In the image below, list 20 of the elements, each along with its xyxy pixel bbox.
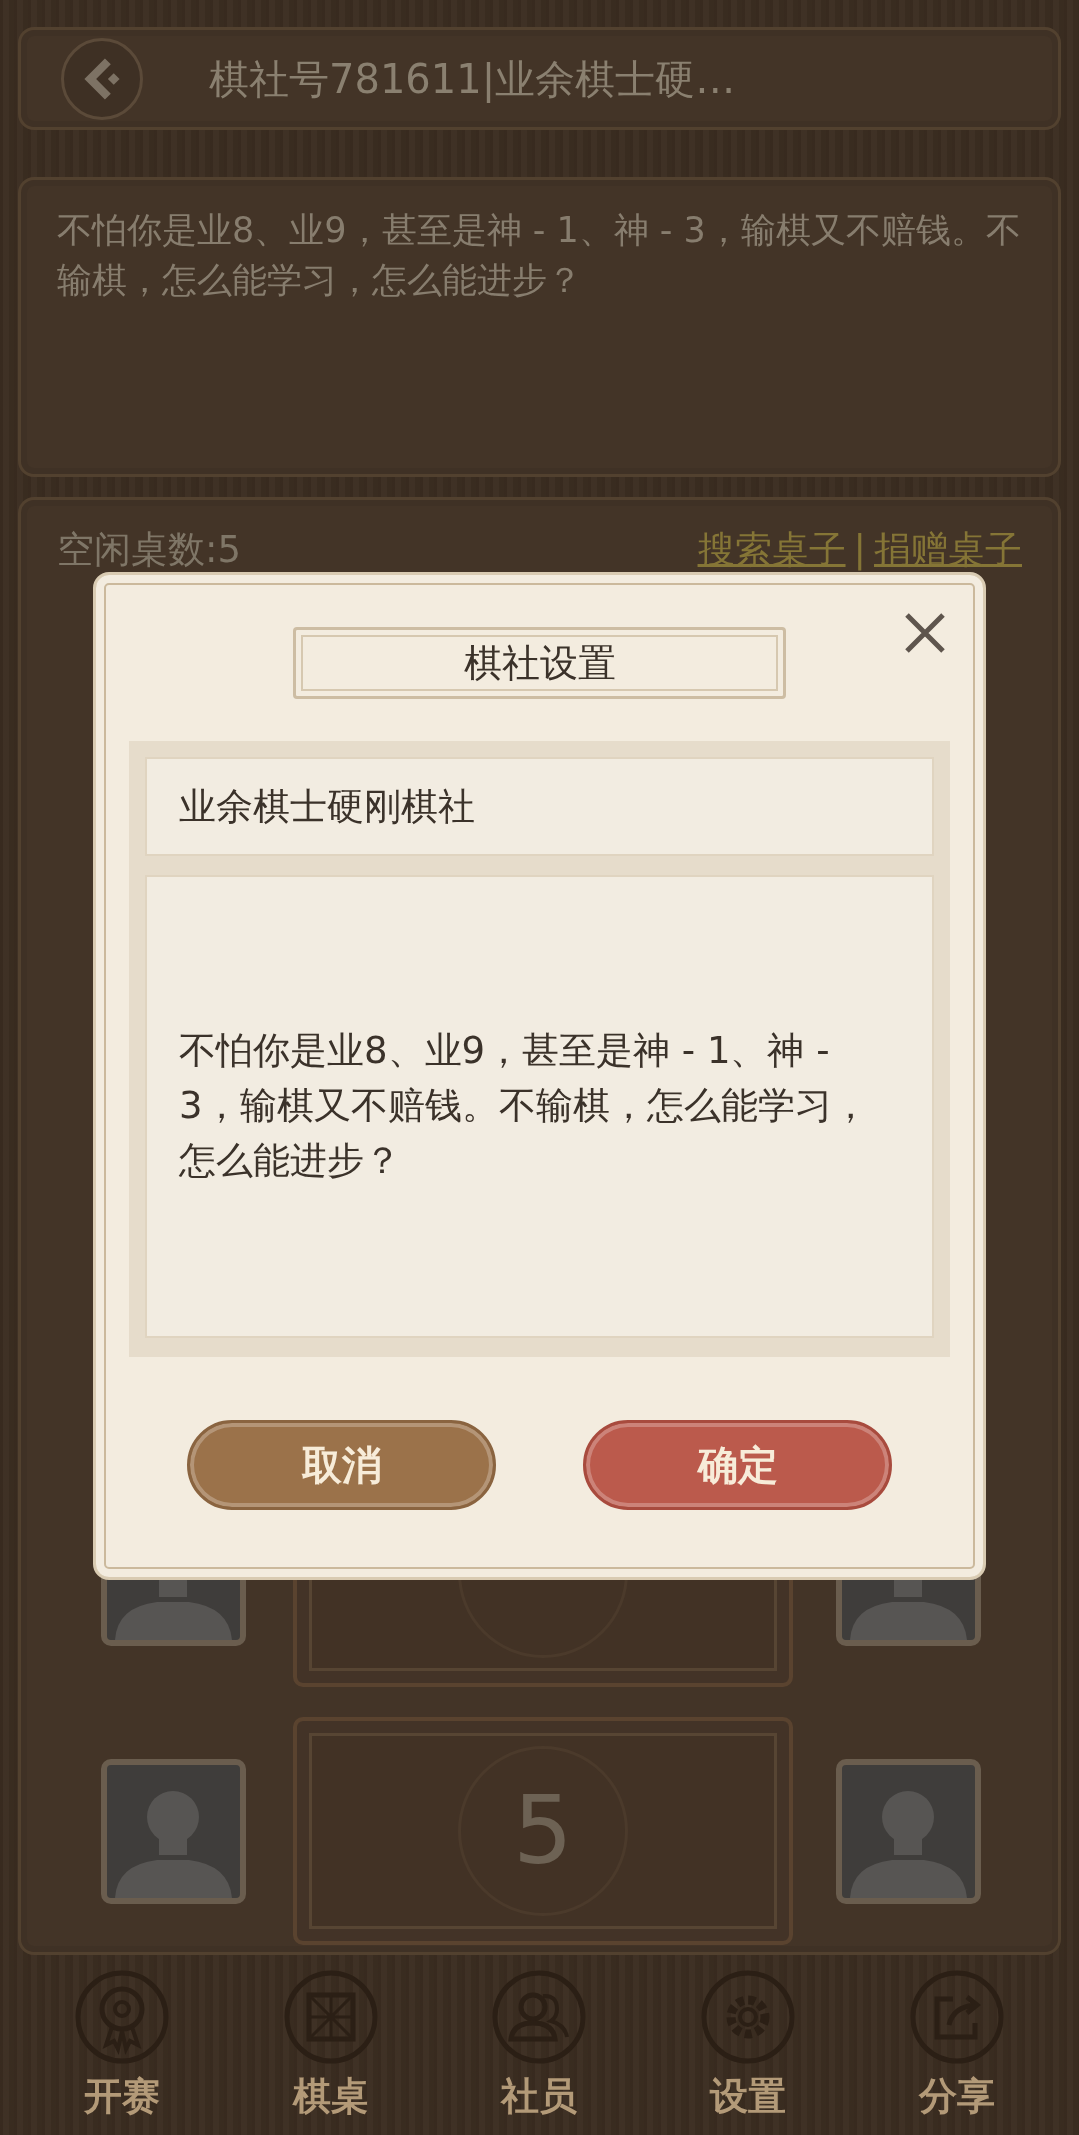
club-title: 棋社号781611|业余棋士硬… [209, 54, 736, 105]
dialog-title: 棋社设置 [293, 627, 786, 699]
cancel-button[interactable]: 取消 [187, 1420, 496, 1510]
club-name-field[interactable]: 业余棋士硬刚棋社 [145, 757, 934, 856]
free-table-count: 空闲桌数:5 [57, 527, 241, 573]
club-description: 不怕你是业8、业9，甚至是神 - 1、神 - 3，输棋又不赔钱。不输棋，怎么能学习，怎么能进步？ [57, 209, 1022, 302]
seat-avatar[interactable] [101, 1758, 246, 1904]
nav-tab[interactable]: 社员 [435, 1955, 644, 2135]
nav-tab[interactable]: 设置 [643, 1955, 853, 2135]
person-silhouette-icon [115, 1790, 232, 1898]
nav-tab[interactable]: 分享 [852, 1955, 1061, 2135]
link-separator: | [853, 527, 866, 573]
confirm-button[interactable]: 确定 [583, 1420, 892, 1510]
club-description-field[interactable]: 不怕你是业8、业9，甚至是神 - 1、神 - 3，输棋又不赔钱。不输棋，怎么能学习，怎么能进步？ [145, 875, 934, 1338]
seat-avatar[interactable] [836, 1758, 981, 1904]
chevron-icon[interactable] [82, 56, 122, 101]
nav-tab[interactable]: 棋桌 [226, 1955, 436, 2135]
person-silhouette-icon [850, 1790, 967, 1898]
close-button[interactable] [903, 611, 947, 655]
nav-tab[interactable]: 开赛 [18, 1955, 227, 2135]
